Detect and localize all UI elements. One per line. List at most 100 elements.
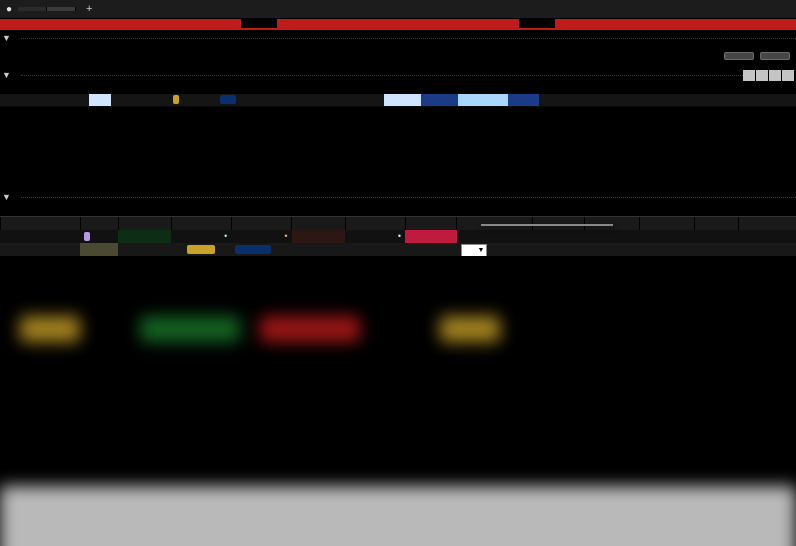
col[interactable] (170, 82, 217, 94)
col[interactable] (295, 204, 348, 216)
cell (421, 94, 458, 106)
tab-blotter[interactable] (18, 7, 47, 11)
cell (126, 94, 170, 106)
tickets-tool-icons (743, 70, 794, 81)
cell (584, 243, 639, 256)
col[interactable] (694, 82, 727, 94)
col[interactable] (217, 82, 255, 94)
col[interactable] (234, 204, 294, 216)
last: • (345, 230, 405, 243)
disclosure-icon[interactable]: ▼ (2, 70, 11, 80)
col[interactable] (408, 204, 459, 216)
clear-button[interactable] (760, 52, 790, 60)
cell-key (89, 94, 110, 106)
col (738, 217, 796, 230)
bid-size (118, 230, 171, 243)
col[interactable] (384, 82, 421, 94)
col[interactable] (623, 82, 657, 94)
mte-fields-row (0, 45, 796, 67)
cell (580, 94, 607, 106)
cell (726, 94, 759, 106)
cell (111, 94, 127, 106)
disclosure-icon[interactable]: ▼ (2, 192, 11, 202)
order-row[interactable]: • • • (0, 230, 796, 243)
col[interactable] (405, 217, 457, 230)
section-tickets: ▼ (0, 67, 796, 82)
col[interactable] (759, 82, 796, 94)
cell (639, 230, 694, 243)
col[interactable] (641, 204, 696, 216)
col[interactable] (122, 204, 175, 216)
tool-i2[interactable] (769, 70, 781, 81)
cell (759, 94, 796, 106)
col[interactable] (726, 82, 759, 94)
cell (657, 94, 694, 106)
col[interactable] (126, 82, 170, 94)
cell (343, 94, 384, 106)
col[interactable] (539, 82, 580, 94)
col[interactable] (86, 204, 122, 216)
tool-e[interactable] (782, 70, 794, 81)
orders-header-top (0, 204, 796, 216)
cell (255, 94, 276, 106)
tickets-header (0, 82, 796, 94)
col[interactable] (55, 82, 89, 94)
bid: • (171, 230, 231, 243)
col[interactable] (118, 217, 171, 230)
app-tabbar: ● + (0, 0, 796, 19)
col[interactable] (580, 82, 607, 94)
col[interactable] (535, 204, 586, 216)
col[interactable] (80, 217, 118, 230)
col[interactable] (657, 82, 694, 94)
col-sort[interactable] (111, 82, 127, 94)
destination-select[interactable] (461, 244, 488, 257)
section-mte: ▼ (0, 30, 796, 45)
col[interactable] (231, 217, 291, 230)
app-logo: ● (0, 4, 18, 15)
col (607, 82, 623, 94)
tool-i[interactable] (756, 70, 768, 81)
destination-dropdown[interactable] (481, 224, 613, 226)
col[interactable] (291, 217, 344, 230)
col (694, 217, 739, 230)
cell (694, 243, 739, 256)
col[interactable] (0, 204, 86, 216)
new-tab-button[interactable]: + (76, 1, 102, 17)
col[interactable] (174, 204, 234, 216)
col[interactable] (171, 217, 231, 230)
cell (532, 230, 584, 243)
tab-myblotter[interactable] (47, 7, 76, 11)
ask: • (231, 230, 291, 243)
cell (55, 94, 89, 106)
ticket-row[interactable] (0, 94, 796, 107)
col[interactable] (421, 82, 458, 94)
cell (458, 94, 508, 106)
disclosure-icon[interactable]: ▼ (2, 33, 11, 43)
col[interactable] (255, 82, 276, 94)
col[interactable] (508, 82, 539, 94)
col[interactable] (277, 82, 314, 94)
tool-t[interactable] (743, 70, 755, 81)
col[interactable] (458, 82, 508, 94)
cell (457, 230, 533, 243)
col[interactable] (0, 82, 55, 94)
sim-label (277, 19, 518, 30)
col[interactable] (345, 217, 405, 230)
change (405, 230, 457, 243)
col[interactable] (586, 204, 641, 216)
ticker-chip (84, 232, 90, 241)
col[interactable] (739, 204, 796, 216)
col[interactable] (343, 82, 384, 94)
order-subrow[interactable] (0, 243, 796, 256)
col[interactable] (347, 204, 407, 216)
col[interactable] (458, 204, 535, 216)
col[interactable] (695, 204, 738, 216)
col (639, 217, 694, 230)
cell (738, 243, 796, 256)
add-button[interactable] (724, 52, 754, 60)
cell (639, 243, 694, 256)
cell (694, 94, 727, 106)
col[interactable] (314, 82, 344, 94)
cell (384, 94, 421, 106)
col[interactable] (89, 82, 110, 94)
